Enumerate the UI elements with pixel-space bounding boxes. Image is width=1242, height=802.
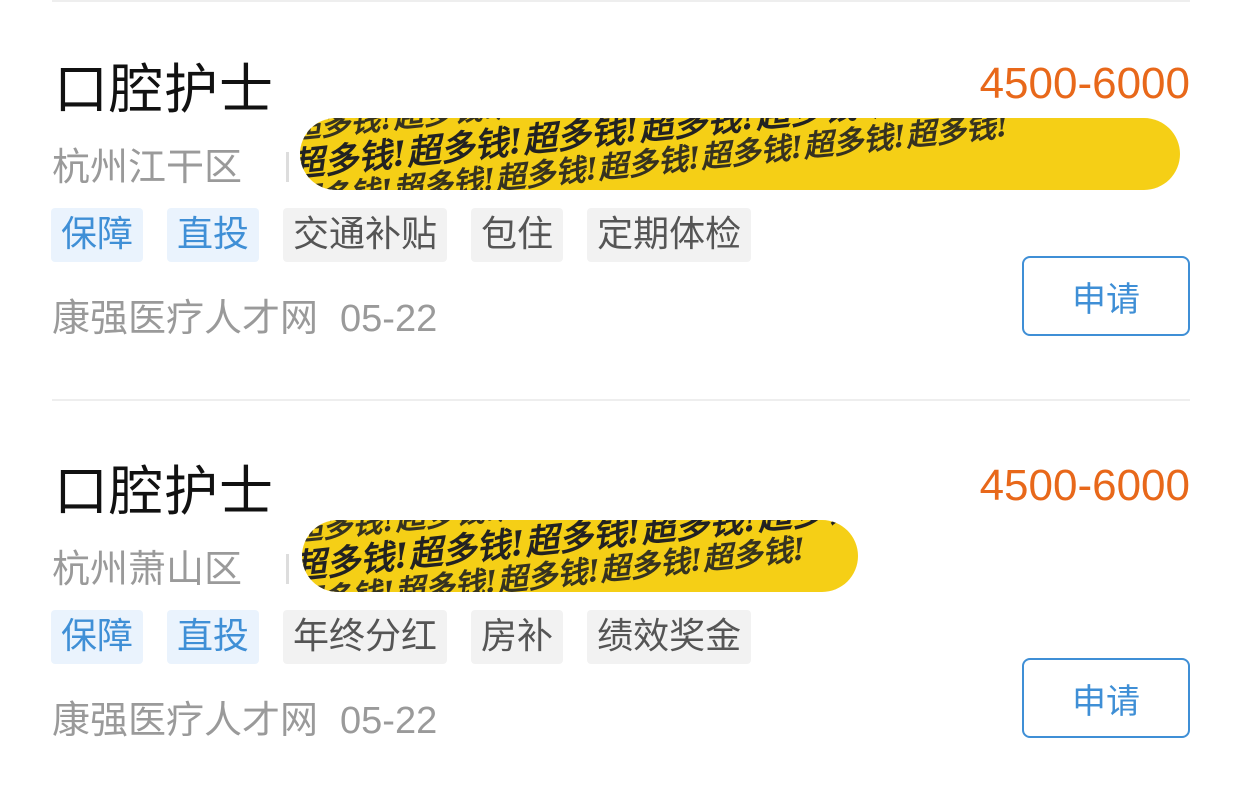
apply-button[interactable]: 申请 (1022, 256, 1190, 336)
salary-range: 4500-6000 (979, 461, 1190, 510)
tag-direct-apply: 直投 (167, 208, 260, 262)
redaction-scribble: 超多钱!超多钱!超多钱!超多钱!超多钱! 超多钱!超多钱!超多钱!超多钱!超多钱… (302, 520, 858, 592)
tag-benefit: 定期体检 (587, 208, 752, 262)
tag-guarantee: 保障 (51, 610, 144, 664)
job-source: 康强医疗人才网 05-22 (52, 290, 437, 347)
redaction-scribble: 超多钱!超多钱!超多钱!超多钱!超多钱!超多钱!超多钱! 超多钱!超多钱!超多钱… (300, 118, 1180, 190)
job-title[interactable]: 口腔护士 (54, 454, 274, 530)
tag-benefit: 交通补贴 (283, 208, 448, 262)
tag-benefit: 包住 (471, 208, 564, 262)
job-location: 杭州江干区 (52, 145, 243, 189)
job-location: 杭州萧山区 (52, 547, 243, 591)
tag-benefit: 房补 (471, 610, 564, 664)
job-card[interactable]: 口腔护士 4500-6000 杭州江干区 超多钱!超多钱!超多钱!超多钱!超多钱… (0, 0, 1242, 400)
apply-button[interactable]: 申请 (1022, 658, 1190, 738)
benefit-tags: 保障 直投 交通补贴 包住 定期体检 (51, 208, 752, 262)
location-separator (286, 554, 289, 584)
job-card[interactable]: 口腔护士 4500-6000 杭州萧山区 超多钱!超多钱!超多钱!超多钱!超多钱… (0, 402, 1242, 802)
tag-benefit: 年终分红 (283, 610, 448, 664)
card-divider (52, 399, 1190, 401)
post-date: 05-22 (340, 298, 438, 340)
tag-guarantee: 保障 (51, 208, 144, 262)
salary-range: 4500-6000 (979, 59, 1190, 108)
source-name: 康强医疗人才网 (52, 698, 319, 742)
tag-benefit: 绩效奖金 (587, 610, 752, 664)
benefit-tags: 保障 直投 年终分红 房补 绩效奖金 (51, 610, 752, 664)
post-date: 05-22 (340, 700, 438, 742)
job-source: 康强医疗人才网 05-22 (52, 692, 437, 749)
tag-direct-apply: 直投 (167, 610, 260, 664)
source-name: 康强医疗人才网 (52, 296, 319, 340)
location-separator (286, 152, 289, 182)
job-title[interactable]: 口腔护士 (54, 52, 274, 128)
